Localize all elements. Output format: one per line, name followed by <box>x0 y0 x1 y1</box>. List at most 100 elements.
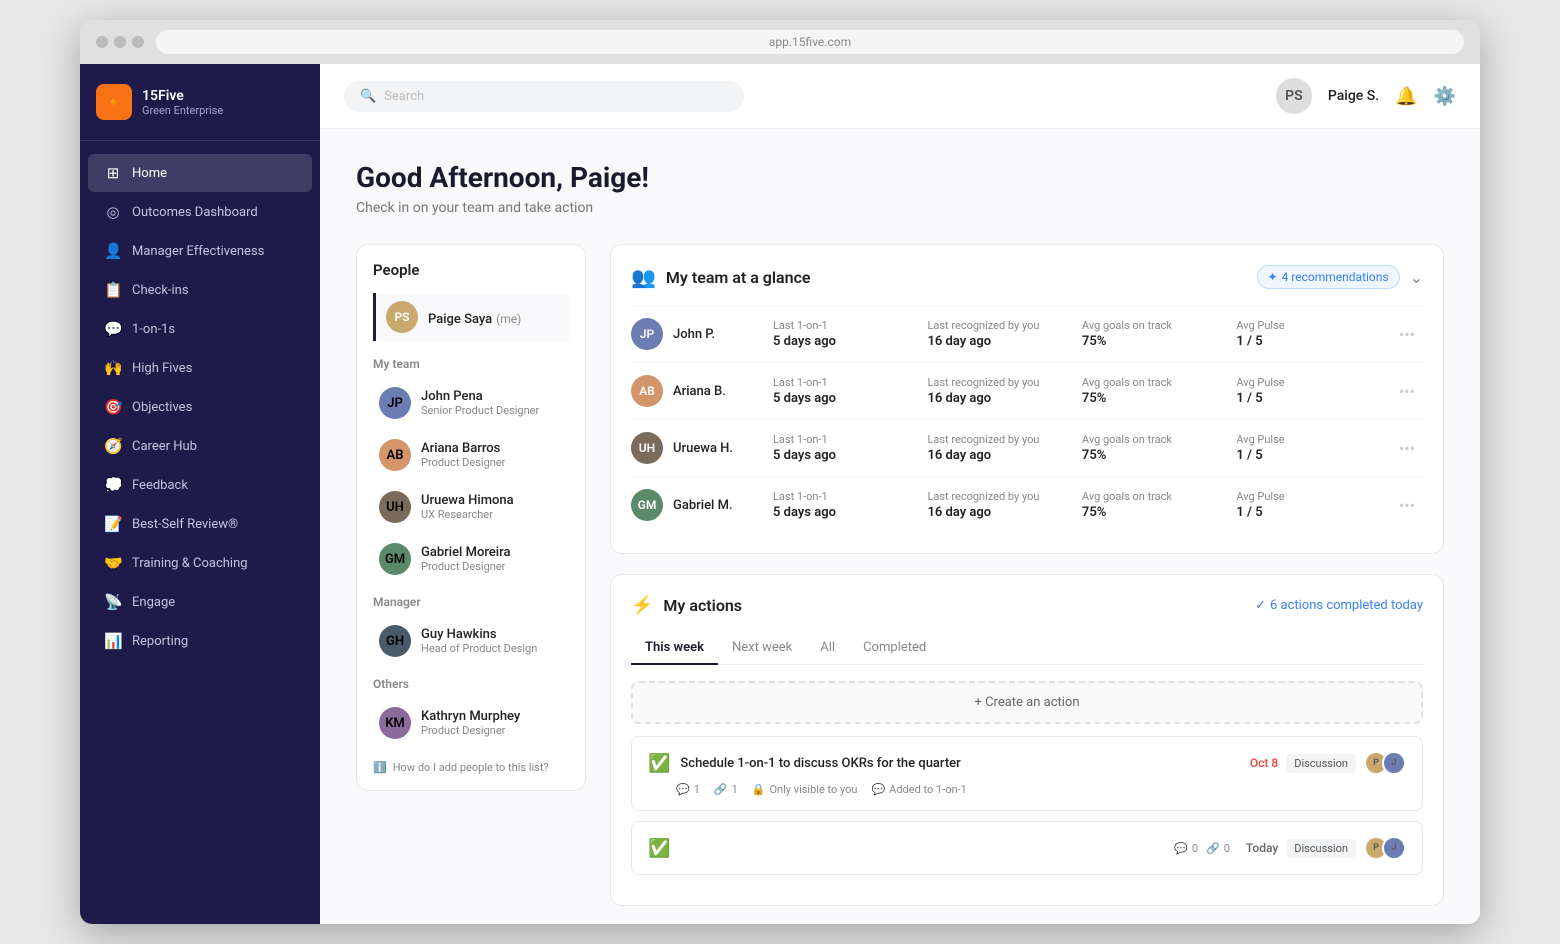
tab-all[interactable]: All <box>806 632 849 665</box>
search-bar[interactable]: 🔍 Search <box>344 81 744 112</box>
check-circle-icon: ✅ <box>648 753 670 774</box>
sidebar-label-outcomes: Outcomes Dashboard <box>132 205 258 220</box>
member-avatar: JP <box>631 318 663 350</box>
stat-label: Last recognized by you <box>927 433 1069 446</box>
help-text-label: How do I add people to this list? <box>393 761 549 774</box>
address-text: app.15five.com <box>769 35 851 49</box>
create-action-button[interactable]: + Create an action <box>631 681 1423 724</box>
action-item: ✅ Schedule 1-on-1 to discuss OKRs for th… <box>631 736 1423 811</box>
sidebar-item-training[interactable]: 🤝 Training & Coaching <box>88 544 312 582</box>
sidebar-label-feedback: Feedback <box>132 478 188 493</box>
sidebar-item-engage[interactable]: 📡 Engage <box>88 583 312 621</box>
table-row: GM Gabriel M. Last 1-on-1 5 days ago Las… <box>631 476 1423 533</box>
objectives-icon: 🎯 <box>104 398 122 416</box>
logo-emoji: 🔸 <box>103 92 125 113</box>
recommendations-count: 4 recommendations <box>1282 270 1389 284</box>
sidebar-item-1on1s[interactable]: 💬 1-on-1s <box>88 310 312 348</box>
address-bar[interactable]: app.15five.com <box>156 30 1464 54</box>
tab-this-week[interactable]: This week <box>631 632 718 665</box>
meta-added-to: 💬 Added to 1-on-1 <box>871 783 966 796</box>
member-name: Gabriel M. <box>673 498 733 513</box>
person-name: Ariana Barros <box>421 441 505 456</box>
user-avatar-top: PS <box>1276 78 1312 114</box>
stat-label: Last 1-on-1 <box>773 376 915 389</box>
more-options-button[interactable]: ••• <box>1391 435 1423 462</box>
sidebar-item-feedback[interactable]: 💭 Feedback <box>88 466 312 504</box>
outcomes-icon: ◎ <box>104 203 122 221</box>
comment-icon: 💬 <box>1174 842 1188 855</box>
stat-avg-pulse: Avg Pulse 1 / 5 <box>1236 433 1378 463</box>
list-item[interactable]: GM Gabriel Moreira Product Designer <box>373 535 569 583</box>
person-role: Head of Product Design <box>421 642 537 655</box>
more-options-button[interactable]: ••• <box>1391 492 1423 519</box>
sidebar-item-highfives[interactable]: 🙌 High Fives <box>88 349 312 387</box>
collapse-button[interactable]: ⌄ <box>1410 268 1423 287</box>
stat-label: Last 1-on-1 <box>773 319 915 332</box>
list-item[interactable]: UH Uruewa Himona UX Researcher <box>373 483 569 531</box>
sidebar-item-home[interactable]: ⊞ Home <box>88 154 312 192</box>
list-item[interactable]: GH Guy Hawkins Head of Product Design <box>373 617 569 665</box>
stat-label: Avg goals on track <box>1082 433 1224 446</box>
completed-text: ✓ 6 actions completed today <box>1255 598 1423 613</box>
help-text[interactable]: ℹ️ How do I add people to this list? <box>373 761 569 774</box>
tab-next-week[interactable]: Next week <box>718 632 806 665</box>
avatar-stack: P J <box>1364 751 1406 775</box>
settings-icon[interactable]: ⚙️ <box>1434 86 1456 107</box>
notifications-icon[interactable]: 🔔 <box>1395 86 1417 107</box>
dot-red <box>96 36 108 48</box>
more-options-button[interactable]: ••• <box>1391 321 1423 348</box>
sidebar-label-home: Home <box>132 166 167 181</box>
tab-completed[interactable]: Completed <box>849 632 940 665</box>
action-tags: 💬 0 🔗 0 Today <box>1174 836 1406 860</box>
company-name: 15Five <box>142 88 223 104</box>
member-info: AB Ariana B. <box>631 375 761 407</box>
stat-value: 5 days ago <box>773 448 915 463</box>
dot-green <box>132 36 144 48</box>
check-circle-icon: ✅ <box>648 838 670 859</box>
stat-avg-goals: Avg goals on track 75% <box>1082 376 1224 406</box>
action-type: Discussion <box>1286 754 1356 773</box>
list-item[interactable]: AB Ariana Barros Product Designer <box>373 431 569 479</box>
sidebar-label-reporting: Reporting <box>132 634 188 649</box>
header-right: ✦ 4 recommendations ⌄ <box>1257 265 1423 289</box>
current-user-row[interactable]: PS Paige Saya (me) <box>373 293 569 341</box>
action-date-2: Today <box>1246 841 1278 855</box>
list-item[interactable]: KM Kathryn Murphey Product Designer <box>373 699 569 747</box>
recommendations-badge[interactable]: ✦ 4 recommendations <box>1257 265 1400 289</box>
sm-avatar: J <box>1382 836 1406 860</box>
person-avatar: KM <box>379 707 411 739</box>
home-icon: ⊞ <box>104 164 122 182</box>
completed-count: 6 actions completed today <box>1270 598 1423 613</box>
sidebar-item-objectives[interactable]: 🎯 Objectives <box>88 388 312 426</box>
comment-count-2: 0 <box>1192 842 1198 855</box>
team-icon: 👥 <box>631 265 656 289</box>
sidebar-item-manager[interactable]: 👤 Manager Effectiveness <box>88 232 312 270</box>
member-name: Ariana B. <box>673 384 726 399</box>
person-avatar: GM <box>379 543 411 575</box>
manager-label: Manager <box>373 595 569 609</box>
sidebar-label-1on1s: 1-on-1s <box>132 322 175 337</box>
sidebar-item-outcomes[interactable]: ◎ Outcomes Dashboard <box>88 193 312 231</box>
action-meta: 💬 1 🔗 1 🔒 Only visibl <box>648 783 1406 796</box>
sidebar-item-bestself[interactable]: 📝 Best-Self Review® <box>88 505 312 543</box>
sidebar-nav: ⊞ Home ◎ Outcomes Dashboard 👤 Manager Ef… <box>80 141 320 924</box>
list-item[interactable]: JP John Pena Senior Product Designer <box>373 379 569 427</box>
sidebar-item-checkins[interactable]: 📋 Check-ins <box>88 271 312 309</box>
content-grid: People PS Paige Saya (me) My team <box>356 244 1444 906</box>
stat-value: 75% <box>1082 448 1224 463</box>
info-icon: ℹ️ <box>373 761 387 774</box>
member-info: GM Gabriel M. <box>631 489 761 521</box>
search-icon: 🔍 <box>360 89 376 104</box>
feedback-icon: 💭 <box>104 476 122 494</box>
more-options-button[interactable]: ••• <box>1391 378 1423 405</box>
sm-avatar: J <box>1382 751 1406 775</box>
current-user-initials: PS <box>394 310 409 324</box>
member-avatar: AB <box>631 375 663 407</box>
visibility-text: Only visible to you <box>769 783 857 796</box>
sidebar-item-careerhub[interactable]: 🧭 Career Hub <box>88 427 312 465</box>
person-details: Gabriel Moreira Product Designer <box>421 545 510 573</box>
person-role: Product Designer <box>421 560 510 573</box>
stat-value: 1 / 5 <box>1236 448 1378 463</box>
sidebar-item-reporting[interactable]: 📊 Reporting <box>88 622 312 660</box>
user-name: Paige S. <box>1328 88 1379 104</box>
